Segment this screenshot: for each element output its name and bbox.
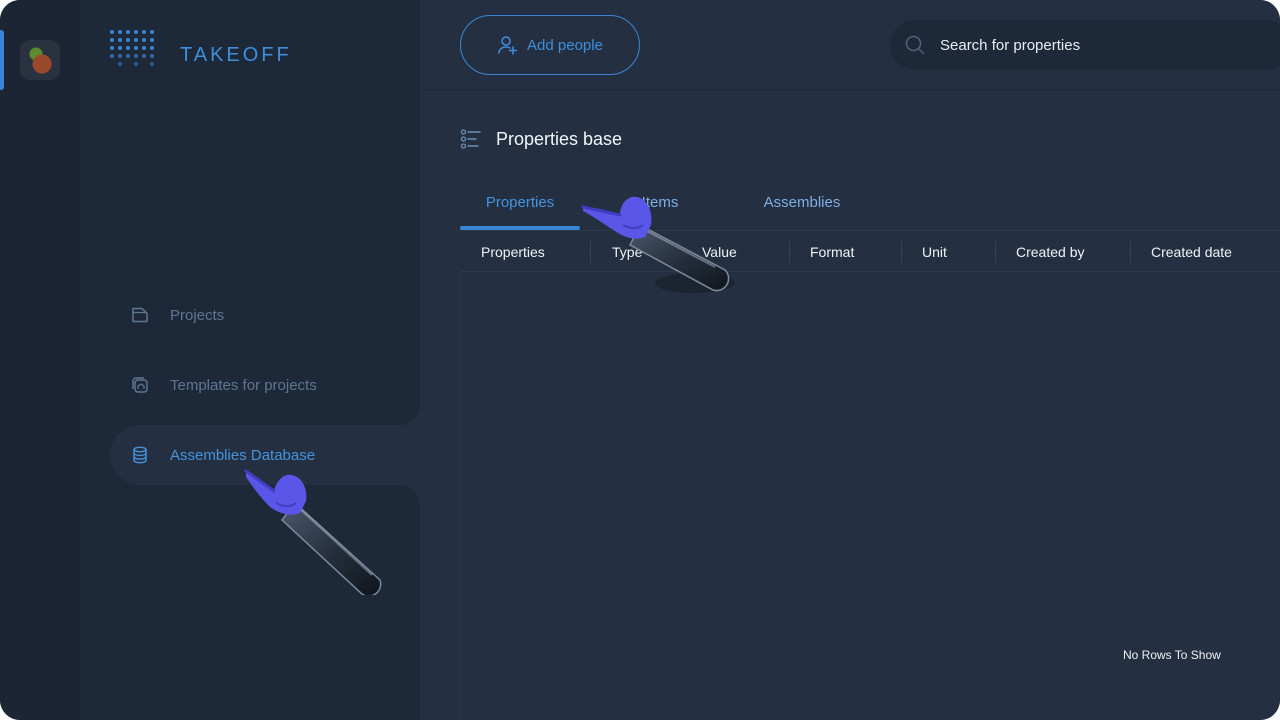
avatar[interactable] bbox=[20, 40, 60, 80]
app-rail bbox=[0, 0, 80, 720]
column-header-created-by[interactable]: Created by bbox=[1016, 231, 1084, 273]
page-title: Properties base bbox=[460, 128, 622, 150]
column-header-properties[interactable]: Properties bbox=[481, 231, 545, 273]
column-separator[interactable] bbox=[901, 241, 902, 263]
tab-properties[interactable]: Properties bbox=[460, 175, 580, 230]
pointer-hand-icon bbox=[581, 196, 735, 293]
column-separator[interactable] bbox=[1130, 241, 1131, 263]
search-box bbox=[890, 20, 1280, 70]
add-people-label: Add people bbox=[527, 36, 603, 54]
add-user-icon bbox=[498, 36, 518, 55]
logo-mark-icon bbox=[110, 30, 160, 80]
column-header-created-date[interactable]: Created date bbox=[1151, 231, 1232, 273]
pointer-hand-icon bbox=[244, 469, 382, 595]
database-icon bbox=[133, 446, 147, 464]
search-icon bbox=[905, 35, 925, 55]
sidebar-item-label: Projects bbox=[170, 306, 225, 324]
sidebar-item-label: Assemblies Database bbox=[170, 446, 316, 464]
column-separator[interactable] bbox=[995, 241, 996, 263]
sidebar-item-templates[interactable]: Templates for projects bbox=[110, 355, 420, 415]
main-content: Add people Properties base Properties I bbox=[420, 0, 1280, 720]
sidebar-item-projects[interactable]: Projects bbox=[110, 285, 420, 345]
sidebar: TAKEOFF Projects Templates for projects bbox=[80, 0, 420, 720]
app-window: TAKEOFF Projects Templates for projects bbox=[0, 0, 1280, 720]
add-people-button[interactable]: Add people bbox=[460, 15, 640, 75]
sidebar-item-label: Templates for projects bbox=[170, 376, 317, 394]
rail-active-indicator bbox=[0, 30, 4, 90]
tab-assemblies[interactable]: Assemblies bbox=[742, 175, 862, 230]
list-icon bbox=[460, 129, 481, 149]
page-title-text: Properties base bbox=[496, 128, 623, 149]
column-separator[interactable] bbox=[789, 241, 790, 263]
templates-icon bbox=[132, 377, 148, 393]
top-bar: Add people bbox=[420, 0, 1280, 90]
empty-state-message: No Rows To Show bbox=[1123, 648, 1221, 662]
column-header-format[interactable]: Format bbox=[810, 231, 854, 273]
column-header-unit[interactable]: Unit bbox=[922, 231, 947, 273]
folder-icon bbox=[132, 307, 148, 323]
search-input[interactable] bbox=[940, 36, 1240, 54]
sidebar-active-corner-top bbox=[400, 405, 420, 425]
logo[interactable]: TAKEOFF bbox=[110, 30, 292, 80]
logo-text: TAKEOFF bbox=[180, 43, 292, 66]
